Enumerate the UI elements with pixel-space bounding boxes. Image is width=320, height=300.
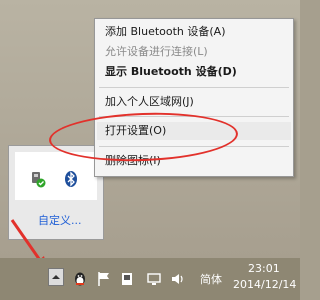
clock-time[interactable]: 23:01 [248,262,280,275]
action-center-flag-icon[interactable] [97,271,111,287]
menu-item-allow-connect: 允许设备进行连接(L) [105,45,208,58]
menu-item-join-pan[interactable]: 加入个人区域网(J) [105,93,194,111]
network-icon[interactable] [146,271,162,287]
app-tray-icon[interactable] [120,271,134,287]
menu-item-add-bluetooth-device[interactable]: 添加 Bluetooth 设备(A) [105,23,226,41]
safely-remove-hardware-icon[interactable] [29,170,47,188]
show-hidden-icons-button[interactable] [48,268,64,286]
customize-link[interactable]: 自定义... [38,212,82,228]
bluetooth-tray-icon[interactable] [63,170,79,188]
menu-separator [99,87,289,88]
volume-icon[interactable] [170,271,186,287]
menu-item-show-bluetooth-devices[interactable]: 显示 Bluetooth 设备(D) [105,63,237,81]
notification-overflow-popup: 自定义... [8,145,104,240]
qq-icon[interactable] [73,271,87,287]
clock-date[interactable]: 2014/12/14 [233,278,296,291]
input-language-indicator[interactable]: 简体 [200,271,222,287]
overflow-icons-area [15,152,97,200]
